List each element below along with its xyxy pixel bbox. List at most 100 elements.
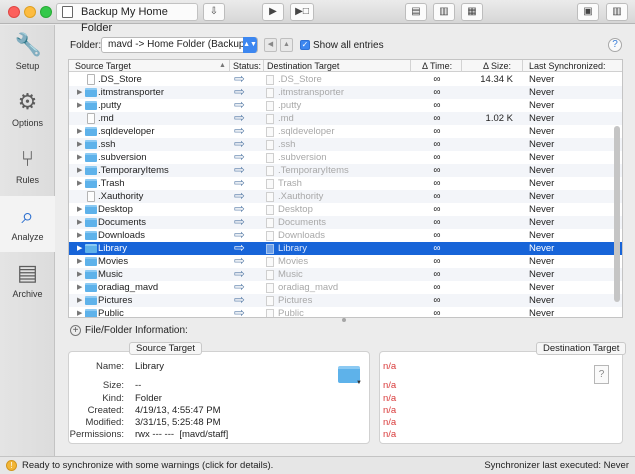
- destination-name-cell: .ssh: [278, 139, 296, 150]
- table-row[interactable]: ▶ .TemporaryItems ⇨ .TemporaryItems ∞ Never: [69, 163, 622, 177]
- disclosure-triangle-icon[interactable]: ▶: [77, 255, 82, 268]
- disclosure-triangle-icon[interactable]: ▶: [77, 86, 82, 99]
- sidebar-item-analyze[interactable]: ⌕ Analyze: [0, 196, 55, 252]
- minimize-window-button[interactable]: [24, 6, 36, 18]
- header-last-synchronized[interactable]: Last Synchronized:: [529, 60, 606, 72]
- target-document-button[interactable]: ▦: [461, 3, 483, 21]
- column-divider: [263, 60, 264, 72]
- table-row[interactable]: ▶ Downloads ⇨ Downloads ∞ Never: [69, 228, 622, 242]
- folder-icon: [85, 153, 97, 162]
- destination-kind-value: n/a: [383, 393, 397, 404]
- plus-circle-icon[interactable]: +: [70, 325, 81, 336]
- play-icon: ▶: [269, 6, 277, 17]
- table-row[interactable]: ▶ Movies ⇨ Movies ∞ Never: [69, 254, 622, 268]
- status-message[interactable]: Ready to synchronize with some warnings …: [22, 457, 273, 474]
- table-row[interactable]: ▶ Pictures ⇨ Pictures ∞ Never: [69, 293, 622, 307]
- disclosure-triangle-icon[interactable]: ▶: [77, 164, 82, 177]
- last-synchronized-cell: Never: [529, 295, 555, 306]
- header-destination[interactable]: Destination Target: [267, 60, 339, 72]
- disclosure-triangle-icon[interactable]: ▶: [77, 203, 82, 216]
- source-name-cell: .DS_Store: [98, 74, 142, 85]
- table-row[interactable]: ▶ .ssh ⇨ .ssh ∞ Never: [69, 137, 622, 151]
- table-row[interactable]: ▶ Library ⇨ Library ∞ Never: [69, 241, 622, 255]
- sidebar-item-options[interactable]: ⚙ Options: [0, 82, 55, 138]
- warning-icon[interactable]: !: [6, 460, 17, 471]
- save-button[interactable]: ⇩: [203, 3, 225, 21]
- disclosure-triangle-icon[interactable]: ▶: [77, 138, 82, 151]
- source-target-tab[interactable]: Source Target: [129, 342, 202, 355]
- vertical-scrollbar[interactable]: [614, 126, 620, 302]
- disclosure-triangle-icon[interactable]: ▶: [77, 151, 82, 164]
- header-source[interactable]: Source Target: [75, 60, 131, 72]
- last-synchronized-cell: Never: [529, 178, 555, 189]
- folder-select[interactable]: mavd -> Home Folder (Backup) ▲▼: [101, 37, 258, 53]
- table-row[interactable]: .DS_Store ⇨ .DS_Store ∞ 14.34 K Never: [69, 72, 622, 86]
- compare-document-button[interactable]: ▥: [433, 3, 455, 21]
- disclosure-triangle-icon[interactable]: ▶: [77, 268, 82, 281]
- layout-button[interactable]: ▣: [577, 3, 599, 21]
- folder-icon: [85, 166, 97, 175]
- sync-preview-button[interactable]: ▶□: [290, 3, 314, 21]
- zoom-window-button[interactable]: [40, 6, 52, 18]
- sidebar-item-setup[interactable]: 🔧 Setup: [0, 25, 55, 81]
- triangle-up-icon: ▲: [283, 41, 290, 48]
- destination-name-cell: .DS_Store: [278, 74, 322, 85]
- folder-icon: [85, 140, 97, 149]
- table-row[interactable]: .md ⇨ .md ∞ 1.02 K Never: [69, 111, 622, 125]
- document-title-field[interactable]: Backup My Home Folder: [56, 3, 198, 34]
- table-row[interactable]: ▶ Desktop ⇨ Desktop ∞ Never: [69, 202, 622, 216]
- disclosure-triangle-icon[interactable]: ▶: [77, 216, 82, 229]
- sync-table: Source Target ▲ Status: Destination Targ…: [68, 59, 623, 318]
- close-window-button[interactable]: [8, 6, 20, 18]
- status-bar[interactable]: ! Ready to synchronize with some warning…: [0, 456, 635, 474]
- sidebar-button[interactable]: ▥: [606, 3, 628, 21]
- archive-box-icon: ▤: [17, 260, 38, 285]
- sidebar-item-archive[interactable]: ▤ Archive: [0, 253, 55, 309]
- disclosure-triangle-icon[interactable]: ▶: [77, 294, 82, 307]
- table-row[interactable]: ▶ .putty ⇨ .putty ∞ Never: [69, 98, 622, 112]
- disclosure-triangle-icon[interactable]: ▶: [77, 125, 82, 138]
- split-view-handle[interactable]: [342, 318, 346, 322]
- folder-label: Folder:: [70, 40, 102, 51]
- source-name-cell: .itmstransporter: [98, 87, 164, 98]
- sidebar-item-label: Rules: [15, 175, 39, 185]
- table-row[interactable]: ▶ Documents ⇨ Documents ∞ Never: [69, 215, 622, 229]
- destination-file-icon: [266, 75, 274, 85]
- table-row[interactable]: ▶ .subversion ⇨ .subversion ∞ Never: [69, 150, 622, 164]
- destination-file-icon: [266, 179, 274, 189]
- column-divider: [229, 60, 230, 72]
- table-row[interactable]: ▶ .Trash ⇨ Trash ∞ Never: [69, 176, 622, 190]
- last-synchronized-cell: Never: [529, 230, 555, 241]
- disclosure-triangle-icon[interactable]: ▶: [77, 99, 82, 112]
- sidebar-item-rules[interactable]: ⑂ Rules: [0, 139, 55, 195]
- disclosure-triangle-icon[interactable]: ▶: [77, 307, 82, 317]
- parent-folder-button[interactable]: ▲: [280, 38, 293, 52]
- destination-name-cell: Desktop: [278, 204, 313, 215]
- destination-name-cell: oradiag_mavd: [278, 282, 339, 293]
- show-all-checkbox[interactable]: ✓: [300, 40, 310, 50]
- disclosure-triangle-icon[interactable]: ▶: [77, 177, 82, 190]
- previous-folder-button[interactable]: ◀: [264, 38, 277, 52]
- header-delta-time[interactable]: Δ Time:: [422, 60, 452, 72]
- source-document-button[interactable]: ▤: [405, 3, 427, 21]
- unknown-document-icon: ?: [594, 365, 609, 384]
- table-row[interactable]: ▶ Public ⇨ Public ∞ Never: [69, 306, 622, 317]
- header-delta-size[interactable]: Δ Size:: [483, 60, 511, 72]
- column-divider: [461, 60, 462, 72]
- folder-icon: [85, 296, 97, 305]
- folder-icon: [85, 218, 97, 227]
- document-icon: ▥: [439, 6, 449, 17]
- table-row[interactable]: .Xauthority ⇨ .Xauthority ∞ Never: [69, 189, 622, 203]
- table-row[interactable]: ▶ .itmstransporter ⇨ .itmstransporter ∞ Never: [69, 85, 622, 99]
- table-row[interactable]: ▶ oradiag_mavd ⇨ oradiag_mavd ∞ Never: [69, 280, 622, 294]
- play-button[interactable]: ▶: [262, 3, 284, 21]
- disclosure-triangle-icon[interactable]: ▶: [77, 281, 82, 294]
- help-button[interactable]: ?: [608, 38, 622, 52]
- sync-preview-icon: ▶□: [295, 6, 309, 17]
- table-row[interactable]: ▶ Music ⇨ Music ∞ Never: [69, 267, 622, 281]
- disclosure-triangle-icon[interactable]: ▶: [77, 242, 82, 255]
- table-row[interactable]: ▶ .sqldeveloper ⇨ .sqldeveloper ∞ Never: [69, 124, 622, 138]
- destination-target-tab[interactable]: Destination Target: [536, 342, 627, 355]
- disclosure-triangle-icon[interactable]: ▶: [77, 229, 82, 242]
- table-header: Source Target ▲ Status: Destination Targ…: [69, 60, 622, 72]
